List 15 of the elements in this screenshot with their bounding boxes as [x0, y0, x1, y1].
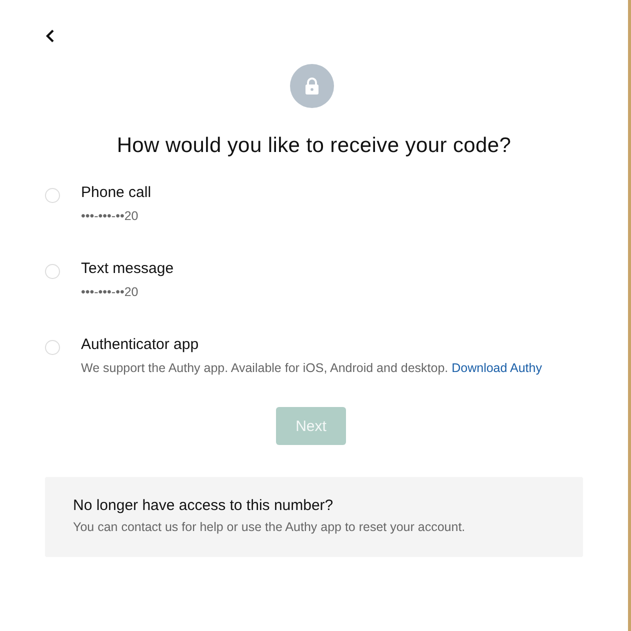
- lock-icon: [290, 64, 334, 108]
- option-detail: •••-•••-••20: [81, 209, 140, 223]
- option-label[interactable]: Text message: [81, 258, 174, 280]
- back-button[interactable]: [45, 29, 55, 43]
- option-label[interactable]: Authenticator app: [81, 334, 542, 356]
- radio-button[interactable]: [45, 188, 60, 203]
- download-link[interactable]: Download Authy: [452, 361, 542, 375]
- option-detail: •••-•••-••20: [81, 285, 140, 299]
- radio-button[interactable]: [45, 340, 60, 355]
- radio-button[interactable]: [45, 264, 60, 279]
- option-label[interactable]: Phone call: [81, 182, 152, 204]
- help-text: You can contact us for help or use the Authy app to reset your account.: [73, 520, 466, 534]
- help-heading: No longer have access to this number?: [73, 496, 334, 516]
- page-title: How would you like to receive your code?: [116, 133, 512, 159]
- option-detail: We support the Authy app. Available for iOS, Android and desktop. Download Authy: [81, 361, 542, 375]
